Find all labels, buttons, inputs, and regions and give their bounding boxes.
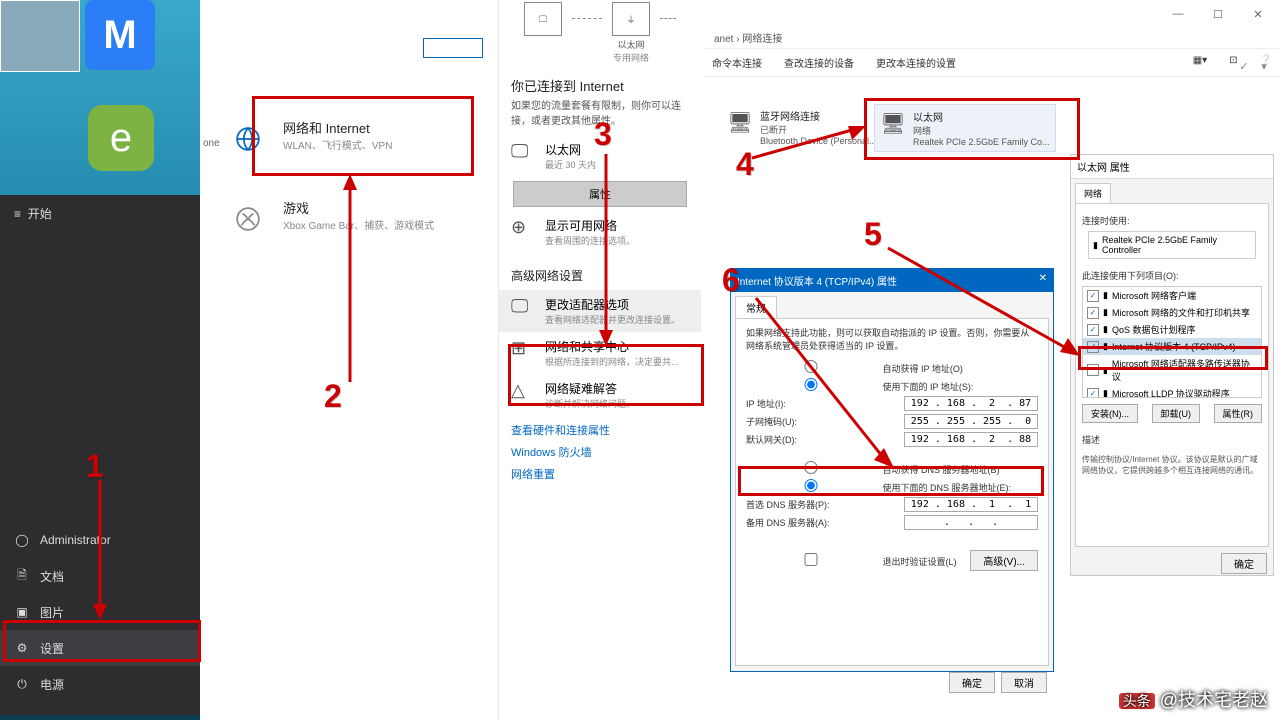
search-input[interactable] (423, 38, 483, 58)
connected-heading: 你已连接到 Internet (511, 76, 701, 95)
xbox-icon (227, 198, 269, 240)
toolbar-menu: 命令本连接 查改连接的设备 更改本连接的设置 ▦▾ ⊡ ❔ (704, 49, 1280, 77)
view-icon[interactable]: ▦▾ (1193, 55, 1207, 70)
menu-3[interactable]: 更改本连接的设置 (876, 55, 956, 70)
ipv4-title: Internet 协议版本 4 (TCP/IPv4) 属性 (737, 273, 897, 288)
subnet-mask-input[interactable] (904, 414, 1038, 429)
network-settings-panel: 🖵 ⏚以太网专用网络 你已连接到 Internet 如果您的流量套餐有限制，则你… (498, 0, 701, 720)
nic-icon: ▮ (1093, 240, 1098, 251)
num-2: 2 (324, 380, 342, 412)
properties-button[interactable]: 属性 (513, 181, 687, 207)
props-tab[interactable]: 网络 (1075, 183, 1111, 203)
link-hardware[interactable]: 查看硬件和连接属性 (511, 422, 701, 438)
bluetooth-adapter[interactable]: 🖥 蓝牙网络连接已断开Bluetooth Device (Personal...… (722, 104, 884, 150)
ethernet-adapter[interactable]: 🖥 以太网网络Realtek PCIe 2.5GbE Family Co... (874, 104, 1056, 152)
qos-icon: ▮ (1103, 324, 1108, 335)
ipv4-item[interactable]: ✓▮Internet 协议版本 4 (TCP/IPv4) (1083, 338, 1261, 355)
desktop-thumbs (0, 0, 80, 72)
install-button[interactable]: 安装(N)... (1082, 404, 1138, 423)
ethernet-icon: ⏚以太网专用网络 (612, 2, 650, 64)
caption-one: one (203, 138, 220, 149)
sharing-center-row[interactable]: ⊞网络和共享中心根据所连接到的网络，决定要共... (499, 332, 701, 374)
bt-adapter-icon: 🖥 (726, 108, 754, 136)
category-network[interactable]: 网络和 InternetWLAN、飞行模式、VPN (205, 108, 495, 160)
adapter-icon: 🖵 (511, 296, 535, 326)
user-icon: ◯ (14, 533, 30, 547)
show-networks-row[interactable]: ⊕显示可用网络查看周围的连接选项。 (499, 211, 701, 253)
pictures-icon: ▣ (14, 605, 30, 619)
dns1-input[interactable] (904, 497, 1038, 512)
auto-dns-radio[interactable]: 自动获得 DNS 服务器地址(B) (746, 461, 1038, 476)
watermark: 头条 @技术宅老赵 (1119, 686, 1268, 712)
client-icon: ▮ (1103, 290, 1108, 301)
breadcrumb[interactable]: anet › 网络连接 (704, 28, 1280, 49)
nav-prev-icon[interactable]: ✓ (1236, 58, 1252, 74)
num-4: 4 (736, 148, 754, 180)
start-pics[interactable]: ▣图片 (0, 594, 200, 630)
troubleshoot-row[interactable]: △网络疑难解答诊断并解决网络问题。 (499, 374, 701, 416)
link-reset[interactable]: 网络重置 (511, 466, 701, 482)
menu-2[interactable]: 查改连接的设备 (784, 55, 854, 70)
advanced-button[interactable]: 高级(V)... (970, 550, 1038, 571)
manual-ip-radio[interactable]: 使用下面的 IP 地址(S): (746, 378, 1038, 393)
num-1: 1 (86, 450, 104, 482)
start-admin[interactable]: ◯Administrator (0, 522, 200, 558)
hamburger-icon[interactable]: ≡ (14, 207, 21, 221)
document-icon: 🗎 (14, 566, 30, 587)
lldp-icon: ▮ (1103, 388, 1108, 398)
power-icon: ⏻ (14, 677, 30, 692)
validate-checkbox[interactable]: 退出时验证设置(L) (746, 553, 964, 568)
ipv4-cancel-button[interactable]: 取消 (1001, 672, 1047, 693)
wifi-icon: ⊕ (511, 217, 535, 247)
desktop-panel: M e ≡ 开始 ◯Administrator 🗎文档 ▣图片 ⚙设置 ⏻电源 (0, 0, 200, 720)
adapter-options-row[interactable]: 🖵更改适配器选项查看网络适配器并更改连接设置。 (499, 290, 701, 332)
category-gaming[interactable]: 游戏Xbox Game Bar、捕获、游戏模式 (205, 188, 495, 240)
num-5: 5 (864, 218, 882, 250)
item-properties-button[interactable]: 属性(R) (1214, 404, 1263, 423)
warning-icon: △ (511, 380, 535, 410)
settings-categories: one 网络和 InternetWLAN、飞行模式、VPN 游戏Xbox Gam… (205, 0, 495, 720)
ip-address-input[interactable] (904, 396, 1038, 411)
gear-icon: ⚙ (14, 641, 30, 655)
monitor-icon: 🖵 (511, 141, 535, 171)
num-6: 6 (722, 264, 740, 296)
uninstall-button[interactable]: 卸载(U) (1152, 404, 1201, 423)
mux-icon: ▮ (1103, 365, 1108, 376)
adapter-name-box: ▮Realtek PCIe 2.5GbE Family Controller (1088, 231, 1256, 259)
ipv4-tab[interactable]: 常规 (735, 296, 777, 318)
props-title: 以太网 属性 (1071, 155, 1273, 179)
start-label: 开始 (28, 207, 52, 221)
blue-app-icon[interactable]: M (85, 0, 155, 70)
share-icon: ⊞ (511, 338, 535, 368)
manual-dns-radio[interactable]: 使用下面的 DNS 服务器地址(E): (746, 479, 1038, 494)
start-docs[interactable]: 🗎文档 (0, 558, 200, 594)
auto-ip-radio[interactable]: 自动获得 IP 地址(O) (746, 360, 1038, 375)
link-firewall[interactable]: Windows 防火墙 (511, 444, 701, 460)
share-icon: ▮ (1103, 307, 1108, 318)
num-3: 3 (594, 118, 612, 150)
ipv4-ok-button[interactable]: 确定 (949, 672, 995, 693)
start-power[interactable]: ⏻电源 (0, 666, 200, 702)
globe-icon (227, 118, 269, 160)
nav-dropdown-icon[interactable]: ▾ (1256, 58, 1272, 74)
network-connections-window: — ☐ ✕ anet › 网络连接 ✓▾ 命令本连接 查改连接的设备 更改本连接… (704, 0, 1280, 158)
gateway-input[interactable] (904, 432, 1038, 447)
advanced-heading: 高级网络设置 (511, 267, 701, 284)
eth-adapter-icon: 🖥 (879, 109, 907, 137)
dns2-input[interactable] (904, 515, 1038, 530)
ipv4-icon: ▮ (1103, 341, 1108, 352)
minimize-button[interactable]: — (1158, 1, 1198, 27)
ipv4-properties-dialog: Internet 协议版本 4 (TCP/IPv4) 属性✕ 常规 如果网络支持… (730, 268, 1054, 672)
browser-icon[interactable]: e (88, 105, 154, 171)
pc-icon: 🖵 (524, 2, 562, 38)
adapter-properties-dialog: 以太网 属性 网络 连接时使用: ▮Realtek PCIe 2.5GbE Fa… (1070, 154, 1274, 576)
protocol-list[interactable]: ✓▮Microsoft 网络客户端 ✓▮Microsoft 网络的文件和打印机共… (1082, 286, 1262, 398)
menu-1[interactable]: 命令本连接 (712, 55, 762, 70)
start-settings[interactable]: ⚙设置 (0, 630, 200, 666)
ipv4-close-icon[interactable]: ✕ (1039, 273, 1047, 288)
props-ok-button[interactable]: 确定 (1221, 553, 1267, 574)
close-button[interactable]: ✕ (1238, 1, 1278, 27)
maximize-button[interactable]: ☐ (1198, 1, 1238, 27)
